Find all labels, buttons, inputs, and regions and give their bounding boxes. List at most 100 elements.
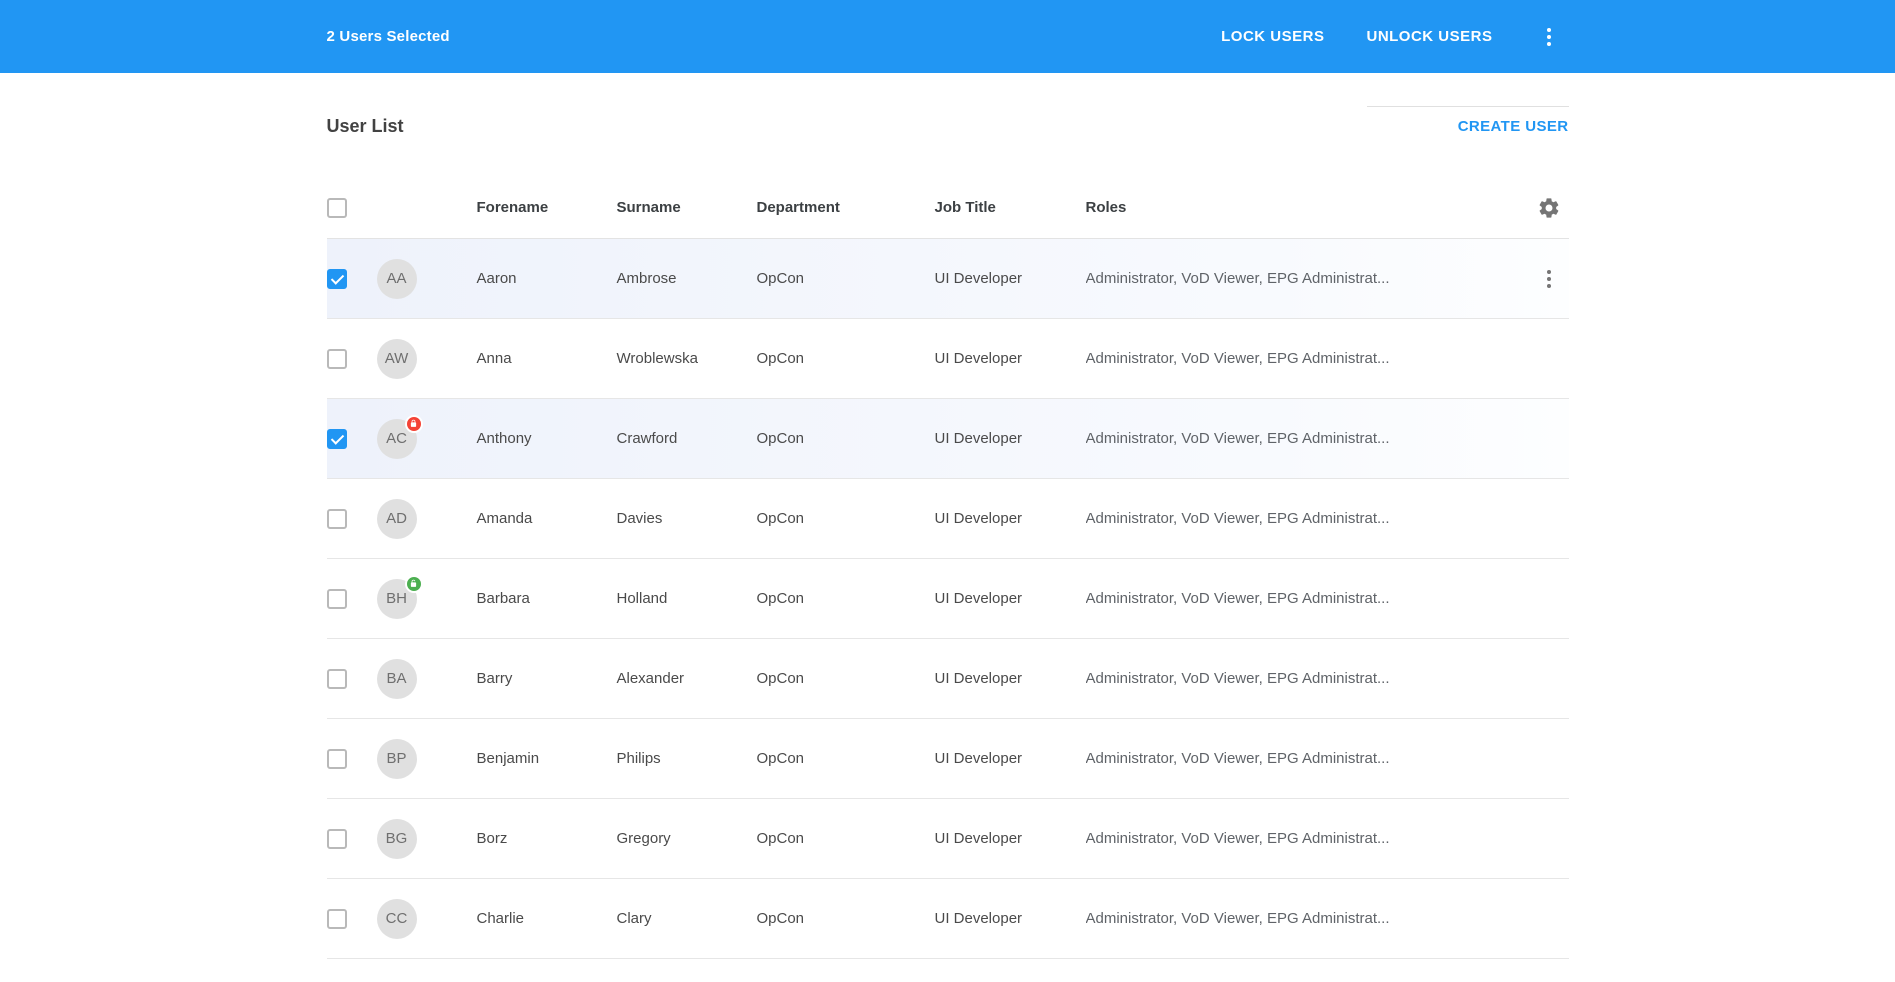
kebab-menu-icon — [1547, 270, 1551, 288]
user-table-body: AA Aaron Ambrose OpCon UI Developer Admi… — [327, 239, 1569, 959]
cell-roles: Administrator, VoD Viewer, EPG Administr… — [1086, 830, 1529, 847]
column-header-department: Department — [757, 199, 935, 216]
cell-surname: Philips — [617, 750, 757, 767]
table-row[interactable]: CC Charlie Clary OpCon UI Developer Admi… — [327, 879, 1569, 959]
app-bar-menu-button[interactable] — [1529, 17, 1569, 57]
avatar: BG — [377, 819, 417, 859]
cell-department: OpCon — [757, 430, 935, 447]
row-checkbox[interactable] — [327, 669, 347, 689]
table-row[interactable]: AW Anna Wroblewska OpCon UI Developer Ad… — [327, 319, 1569, 399]
cell-forename: Charlie — [477, 910, 617, 927]
cell-job-title: UI Developer — [935, 670, 1086, 687]
status-badge — [405, 415, 423, 433]
row-checkbox[interactable] — [327, 429, 347, 449]
app-bar-actions: LOCK USERS UNLOCK USERS — [1215, 17, 1568, 57]
avatar-initials: BG — [377, 819, 417, 859]
user-table: Forename Surname Department Job Title Ro… — [327, 177, 1569, 959]
avatar-initials: AW — [377, 339, 417, 379]
avatar-initials: BA — [377, 659, 417, 699]
avatar: AD — [377, 499, 417, 539]
page-header: User List CREATE USER — [327, 73, 1569, 137]
avatar: AC — [377, 419, 417, 459]
cell-job-title: UI Developer — [935, 750, 1086, 767]
table-row[interactable]: BH Barbara Holland OpCon UI Developer Ad… — [327, 559, 1569, 639]
cell-surname: Holland — [617, 590, 757, 607]
cell-roles: Administrator, VoD Viewer, EPG Administr… — [1086, 670, 1529, 687]
cell-job-title: UI Developer — [935, 590, 1086, 607]
column-header-roles: Roles — [1086, 199, 1529, 216]
table-row[interactable]: AD Amanda Davies OpCon UI Developer Admi… — [327, 479, 1569, 559]
select-all-checkbox[interactable] — [327, 198, 347, 218]
create-user-button[interactable]: CREATE USER — [1458, 116, 1569, 137]
cell-department: OpCon — [757, 910, 935, 927]
cell-forename: Borz — [477, 830, 617, 847]
table-header-row: Forename Surname Department Job Title Ro… — [327, 177, 1569, 239]
avatar: AA — [377, 259, 417, 299]
cell-department: OpCon — [757, 750, 935, 767]
row-checkbox[interactable] — [327, 509, 347, 529]
cell-department: OpCon — [757, 510, 935, 527]
avatar-initials: AA — [377, 259, 417, 299]
cell-forename: Barbara — [477, 590, 617, 607]
page-header-actions: CREATE USER — [1367, 77, 1569, 137]
selection-count-text: 2 Users Selected — [327, 28, 450, 45]
row-checkbox[interactable] — [327, 749, 347, 769]
cell-forename: Amanda — [477, 510, 617, 527]
cell-roles: Administrator, VoD Viewer, EPG Administr… — [1086, 270, 1529, 287]
table-settings-button[interactable] — [1529, 188, 1569, 228]
cell-surname: Crawford — [617, 430, 757, 447]
app-bar: 2 Users Selected LOCK USERS UNLOCK USERS — [0, 0, 1895, 73]
cell-job-title: UI Developer — [935, 270, 1086, 287]
avatar: AW — [377, 339, 417, 379]
lock-icon — [409, 419, 418, 428]
row-checkbox[interactable] — [327, 269, 347, 289]
column-header-surname: Surname — [617, 199, 757, 216]
avatar: BA — [377, 659, 417, 699]
cell-surname: Davies — [617, 510, 757, 527]
cell-forename: Benjamin — [477, 750, 617, 767]
table-row[interactable]: BP Benjamin Philips OpCon UI Developer A… — [327, 719, 1569, 799]
row-checkbox[interactable] — [327, 589, 347, 609]
avatar: CC — [377, 899, 417, 939]
unlock-users-button[interactable]: UNLOCK USERS — [1360, 20, 1498, 53]
row-menu-button[interactable] — [1529, 259, 1569, 299]
lock-users-button[interactable]: LOCK USERS — [1215, 20, 1330, 53]
cell-department: OpCon — [757, 670, 935, 687]
table-row[interactable]: BA Barry Alexander OpCon UI Developer Ad… — [327, 639, 1569, 719]
page-title: User List — [327, 115, 404, 137]
cell-surname: Alexander — [617, 670, 757, 687]
cell-forename: Anthony — [477, 430, 617, 447]
gear-icon — [1537, 196, 1561, 220]
cell-forename: Barry — [477, 670, 617, 687]
row-checkbox[interactable] — [327, 909, 347, 929]
cell-forename: Anna — [477, 350, 617, 367]
avatar-initials: CC — [377, 899, 417, 939]
table-row[interactable]: AA Aaron Ambrose OpCon UI Developer Admi… — [327, 239, 1569, 319]
search-input[interactable] — [1367, 77, 1569, 107]
row-checkbox[interactable] — [327, 829, 347, 849]
kebab-menu-icon — [1547, 28, 1551, 46]
column-header-job-title: Job Title — [935, 199, 1086, 216]
cell-roles: Administrator, VoD Viewer, EPG Administr… — [1086, 430, 1529, 447]
cell-surname: Ambrose — [617, 270, 757, 287]
cell-surname: Clary — [617, 910, 757, 927]
cell-job-title: UI Developer — [935, 350, 1086, 367]
unlock-icon — [409, 579, 418, 588]
cell-roles: Administrator, VoD Viewer, EPG Administr… — [1086, 590, 1529, 607]
avatar: BH — [377, 579, 417, 619]
cell-job-title: UI Developer — [935, 510, 1086, 527]
column-header-forename: Forename — [477, 199, 617, 216]
cell-job-title: UI Developer — [935, 910, 1086, 927]
cell-job-title: UI Developer — [935, 430, 1086, 447]
row-checkbox[interactable] — [327, 349, 347, 369]
cell-roles: Administrator, VoD Viewer, EPG Administr… — [1086, 510, 1529, 527]
main-content: User List CREATE USER Forename Surname D… — [327, 73, 1569, 959]
cell-department: OpCon — [757, 830, 935, 847]
cell-surname: Gregory — [617, 830, 757, 847]
cell-job-title: UI Developer — [935, 830, 1086, 847]
table-row[interactable]: AC Anthony Crawford OpCon UI Developer A… — [327, 399, 1569, 479]
table-row[interactable]: BG Borz Gregory OpCon UI Developer Admin… — [327, 799, 1569, 879]
cell-forename: Aaron — [477, 270, 617, 287]
cell-department: OpCon — [757, 590, 935, 607]
avatar: BP — [377, 739, 417, 779]
